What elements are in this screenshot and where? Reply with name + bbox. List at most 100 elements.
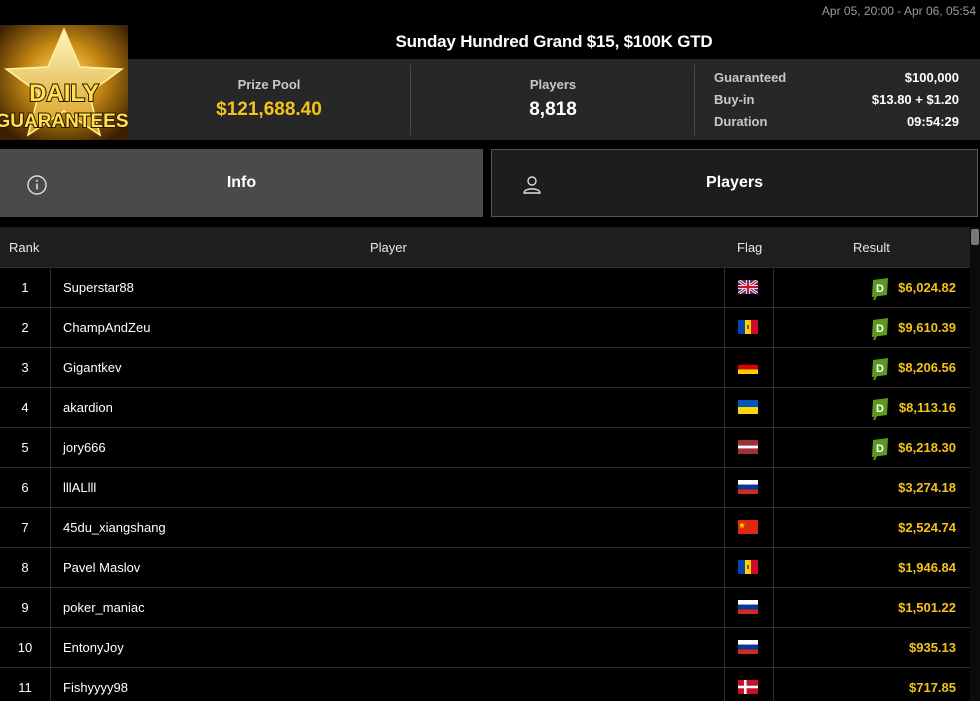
- flag-icon-cn: [738, 520, 758, 534]
- result-value: $2,524.74: [898, 520, 956, 535]
- badge-letter: D: [876, 323, 884, 335]
- results-table: Rank Player Flag Result 1 Superstar88 D $6,…: [0, 227, 970, 701]
- divider: [694, 65, 695, 135]
- player-cell[interactable]: jory666: [50, 428, 724, 468]
- flag-icon-de: [738, 360, 758, 374]
- rank-cell: 2: [21, 320, 29, 335]
- flag-icon-gb: [738, 280, 758, 294]
- logo-text-guarantees: GUARANTEES: [0, 111, 128, 132]
- d-badge-icon: D: [872, 358, 888, 380]
- result-cell: $935.13: [774, 628, 970, 668]
- guaranteed-row: Guaranteed $100,000: [714, 70, 959, 88]
- tab-info[interactable]: Info: [0, 149, 483, 217]
- duration-value: 09:54:29: [906, 114, 959, 129]
- duration-row: Duration 09:54:29: [714, 114, 959, 132]
- tab-players[interactable]: Players: [491, 149, 978, 217]
- result-value: $1,501.22: [898, 600, 956, 615]
- result-value: $8,206.56: [898, 360, 956, 375]
- rank-cell: 1: [21, 280, 29, 295]
- rank-cell: 3: [21, 360, 29, 375]
- result-value: $3,274.18: [898, 480, 956, 495]
- tab-info-label: Info: [226, 174, 257, 191]
- rank-cell: 6: [21, 480, 29, 495]
- badge-letter: D: [876, 403, 884, 415]
- player-cell[interactable]: Fishyyyy98: [50, 668, 724, 701]
- badge-letter: D: [876, 363, 884, 375]
- rank-cell: 11: [18, 680, 32, 695]
- tournament-title-bar: Sunday Hundred Grand $15, $100K GTD: [128, 25, 980, 59]
- result-value: $8,113.16: [898, 400, 956, 415]
- table-row[interactable]: 4 akardion D $8,113.16: [0, 387, 970, 428]
- tournament-title: Sunday Hundred Grand $15, $100K GTD: [395, 32, 713, 51]
- flag-icon-md: [738, 320, 758, 334]
- table-row[interactable]: 9 poker_maniac $1,501.22: [0, 587, 970, 628]
- result-cell: $3,274.18: [774, 468, 970, 508]
- result-value: $1,946.84: [898, 560, 956, 575]
- table-row[interactable]: 2 ChampAndZeu D $9,610.39: [0, 307, 970, 348]
- tab-bar: Info Players: [0, 149, 980, 219]
- result-cell: $1,501.22: [774, 588, 970, 628]
- player-cell[interactable]: lllALlll: [50, 468, 724, 508]
- table-row[interactable]: 3 Gigantkev D $8,206.56: [0, 347, 970, 388]
- result-cell: D $8,113.16: [774, 388, 970, 428]
- column-header-rank[interactable]: Rank: [9, 240, 39, 255]
- flag-cell: [724, 468, 774, 508]
- table-row[interactable]: 7 45du_xiangshang $2,524.74: [0, 507, 970, 548]
- rank-cell: 4: [21, 400, 29, 415]
- flag-cell: [724, 668, 774, 701]
- player-cell[interactable]: akardion: [50, 388, 724, 428]
- result-value: $717.85: [909, 680, 956, 695]
- tournament-details: Guaranteed $100,000 Buy-in $13.80 + $1.2…: [696, 59, 980, 140]
- player-cell[interactable]: 45du_xiangshang: [50, 508, 724, 548]
- guaranteed-label: Guaranteed: [714, 70, 787, 85]
- result-value: $9,610.39: [898, 320, 956, 335]
- table-header: Rank Player Flag Result: [0, 227, 970, 267]
- player-cell[interactable]: poker_maniac: [50, 588, 724, 628]
- scrollbar[interactable]: [970, 227, 980, 701]
- result-cell: $2,524.74: [774, 508, 970, 548]
- flag-cell: [724, 548, 774, 588]
- table-row[interactable]: 5 jory666 D $6,218.30: [0, 427, 970, 468]
- flag-cell: [724, 428, 774, 468]
- players-label: Players: [529, 77, 577, 92]
- scrollbar-thumb[interactable]: [971, 229, 979, 245]
- column-header-result[interactable]: Result: [853, 240, 890, 255]
- column-header-flag[interactable]: Flag: [737, 240, 762, 255]
- badge-letter: D: [876, 443, 884, 455]
- rank-cell: 8: [21, 560, 29, 575]
- flag-icon-ru: [738, 640, 758, 654]
- result-cell: D $9,610.39: [774, 308, 970, 348]
- rank-cell: 10: [17, 640, 33, 655]
- tournament-stats: Prize Pool $121,688.40 Players 8,818 Gua…: [128, 59, 980, 140]
- result-value: $6,218.30: [898, 440, 956, 455]
- table-row[interactable]: 10 EntonyJoy $935.13: [0, 627, 970, 668]
- flag-cell: [724, 268, 774, 308]
- table-row[interactable]: 6 lllALlll $3,274.18: [0, 467, 970, 508]
- table-row[interactable]: 11 Fishyyyy98 $717.85: [0, 667, 970, 701]
- guaranteed-value: $100,000: [904, 70, 959, 85]
- top-bar: Apr 05, 20:00 - Apr 06, 05:54: [0, 0, 980, 25]
- flag-icon-ru: [738, 600, 758, 614]
- column-header-player[interactable]: Player: [370, 240, 407, 255]
- flag-cell: [724, 308, 774, 348]
- rank-cell: 7: [21, 520, 29, 535]
- players-stat: Players 8,818: [411, 59, 695, 140]
- player-cell[interactable]: EntonyJoy: [50, 628, 724, 668]
- flag-icon-ru: [738, 480, 758, 494]
- player-cell[interactable]: ChampAndZeu: [50, 308, 724, 348]
- players-value: 8,818: [529, 99, 577, 120]
- flag-cell: [724, 388, 774, 428]
- result-cell: $717.85: [774, 668, 970, 701]
- result-value: $6,024.82: [898, 280, 956, 295]
- buyin-value: $13.80 + $1.20: [871, 92, 959, 107]
- table-row[interactable]: 8 Pavel Maslov $1,946.84: [0, 547, 970, 588]
- player-cell[interactable]: Superstar88: [50, 268, 724, 308]
- result-cell: D $8,206.56: [774, 348, 970, 388]
- flag-icon-ua: [738, 400, 758, 414]
- rank-cell: 9: [21, 600, 29, 615]
- player-cell[interactable]: Pavel Maslov: [50, 548, 724, 588]
- table-row[interactable]: 1 Superstar88 D $6,024.82: [0, 267, 970, 308]
- prize-pool-stat: Prize Pool $121,688.40: [128, 59, 410, 140]
- player-cell[interactable]: Gigantkev: [50, 348, 724, 388]
- date-range: Apr 05, 20:00 - Apr 06, 05:54: [821, 4, 976, 18]
